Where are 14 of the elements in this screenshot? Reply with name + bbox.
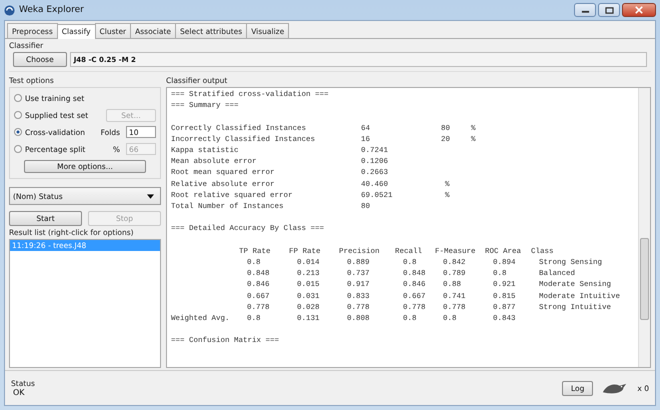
scrollbar[interactable] [638, 88, 650, 367]
radio-button[interactable] [14, 111, 22, 119]
close-button[interactable] [622, 3, 656, 17]
maximize-icon [604, 6, 614, 14]
radio-button[interactable] [14, 145, 22, 153]
app-icon [4, 4, 15, 16]
dropdown-arrow-icon [147, 194, 154, 198]
status-text: OK [12, 388, 26, 397]
close-icon [635, 6, 643, 14]
minimize-button[interactable] [574, 3, 596, 17]
radio-button[interactable] [14, 94, 22, 102]
radio-button[interactable] [14, 128, 22, 136]
maximize-button[interactable] [598, 3, 620, 17]
window-title: Weka Explorer [19, 5, 84, 15]
